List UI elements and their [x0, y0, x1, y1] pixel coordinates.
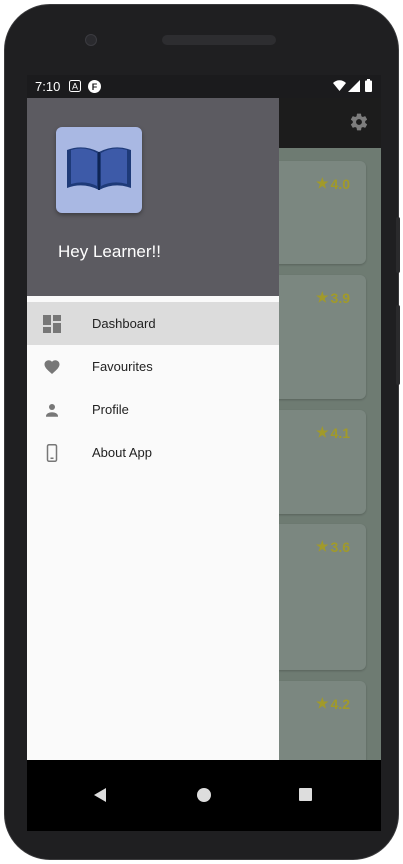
heart-icon — [43, 358, 61, 376]
front-camera — [85, 34, 97, 46]
book-icon — [65, 142, 133, 199]
rating-value: 3.9 — [330, 289, 350, 306]
phone-frame: 7:10 A F ★ 4.0 ★ 3.9 ★ 4.1 ★ 3.6 ★ 4.2 H… — [4, 4, 400, 860]
system-nav-bar — [27, 760, 381, 831]
menu-item-dashboard[interactable]: Dashboard — [27, 302, 279, 345]
menu-label: Dashboard — [92, 316, 156, 331]
menu-item-profile[interactable]: Profile — [27, 388, 279, 431]
recents-icon[interactable] — [299, 788, 312, 806]
battery-icon — [365, 79, 372, 95]
signal-icon — [348, 80, 360, 95]
drawer-menu: Dashboard Favourites Profile About App — [27, 302, 279, 474]
rating: ★ 4.1 — [316, 424, 350, 441]
phone-icon — [43, 443, 61, 462]
home-icon[interactable] — [197, 788, 211, 807]
gear-icon[interactable] — [349, 112, 369, 132]
menu-item-favourites[interactable]: Favourites — [27, 345, 279, 388]
status-time: 7:10 — [35, 79, 61, 94]
rating: ★ 3.6 — [316, 538, 350, 555]
rating: ★ 3.9 — [316, 289, 350, 306]
star-icon: ★ — [315, 538, 329, 554]
rating: ★ 4.0 — [316, 175, 350, 192]
rating: ★ 4.2 — [316, 695, 350, 712]
status-bar: 7:10 A F — [27, 75, 381, 98]
back-icon[interactable] — [93, 788, 107, 807]
volume-button — [396, 305, 400, 385]
menu-label: Profile — [92, 402, 129, 417]
drawer-header: Hey Learner!! — [27, 98, 279, 296]
menu-label: About App — [92, 445, 152, 460]
earpiece-speaker — [162, 35, 276, 45]
rating-value: 4.2 — [330, 695, 350, 712]
star-icon: ★ — [315, 175, 329, 191]
f-icon: F — [88, 80, 101, 96]
menu-label: Favourites — [92, 359, 153, 374]
a-icon: A — [69, 80, 81, 95]
rating-value: 4.0 — [330, 175, 350, 192]
wifi-icon — [333, 80, 346, 95]
star-icon: ★ — [315, 289, 329, 305]
svg-text:F: F — [92, 82, 98, 92]
person-icon — [43, 401, 61, 419]
screen: 7:10 A F ★ 4.0 ★ 3.9 ★ 4.1 ★ 3.6 ★ 4.2 H… — [27, 75, 381, 831]
rating-value: 4.1 — [330, 424, 350, 441]
navigation-drawer: Hey Learner!! Dashboard Favourites Profi… — [27, 98, 279, 760]
rating-value: 3.6 — [330, 538, 350, 555]
star-icon: ★ — [315, 695, 329, 711]
svg-text:A: A — [72, 82, 78, 92]
greeting-text: Hey Learner!! — [58, 242, 161, 261]
menu-item-about-app[interactable]: About App — [27, 431, 279, 474]
star-icon: ★ — [315, 424, 329, 440]
dashboard-icon — [43, 314, 61, 333]
app-logo — [56, 127, 142, 213]
power-button — [396, 217, 400, 273]
